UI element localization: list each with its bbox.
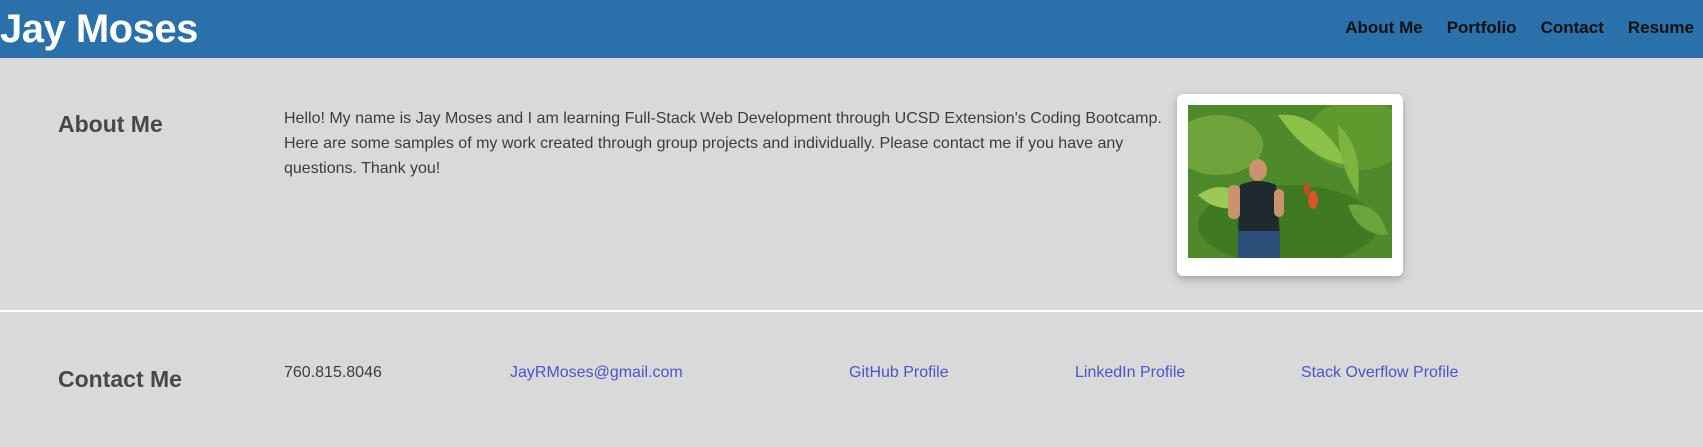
github-profile-link[interactable]: GitHub Profile bbox=[849, 363, 949, 383]
nav-portfolio[interactable]: Portfolio bbox=[1447, 17, 1517, 39]
stackoverflow-profile-link[interactable]: Stack Overflow Profile bbox=[1301, 363, 1458, 383]
profile-photo-image bbox=[1188, 105, 1392, 258]
email-link[interactable]: JayRMoses@gmail.com bbox=[510, 363, 683, 383]
nav-about-me[interactable]: About Me bbox=[1345, 17, 1422, 39]
about-text: Hello! My name is Jay Moses and I am lea… bbox=[284, 110, 1162, 177]
nav-resume[interactable]: Resume bbox=[1628, 17, 1694, 39]
about-section: About Me Hello! My name is Jay Moses and… bbox=[0, 58, 1703, 310]
contact-section: Contact Me 760.815.8046 JayRMoses@gmail.… bbox=[0, 312, 1703, 447]
contact-heading: Contact Me bbox=[58, 366, 182, 392]
site-header: Jay Moses About Me Portfolio Contact Res… bbox=[0, 0, 1703, 58]
profile-photo bbox=[1188, 105, 1392, 258]
site-title[interactable]: Jay Moses bbox=[0, 4, 198, 54]
main-nav: About Me Portfolio Contact Resume bbox=[1321, 17, 1694, 39]
profile-photo-frame bbox=[1177, 94, 1403, 276]
phone-number: 760.815.8046 bbox=[284, 364, 382, 381]
linkedin-profile-link[interactable]: LinkedIn Profile bbox=[1075, 363, 1185, 383]
about-heading: About Me bbox=[58, 111, 163, 137]
nav-contact[interactable]: Contact bbox=[1541, 17, 1604, 39]
